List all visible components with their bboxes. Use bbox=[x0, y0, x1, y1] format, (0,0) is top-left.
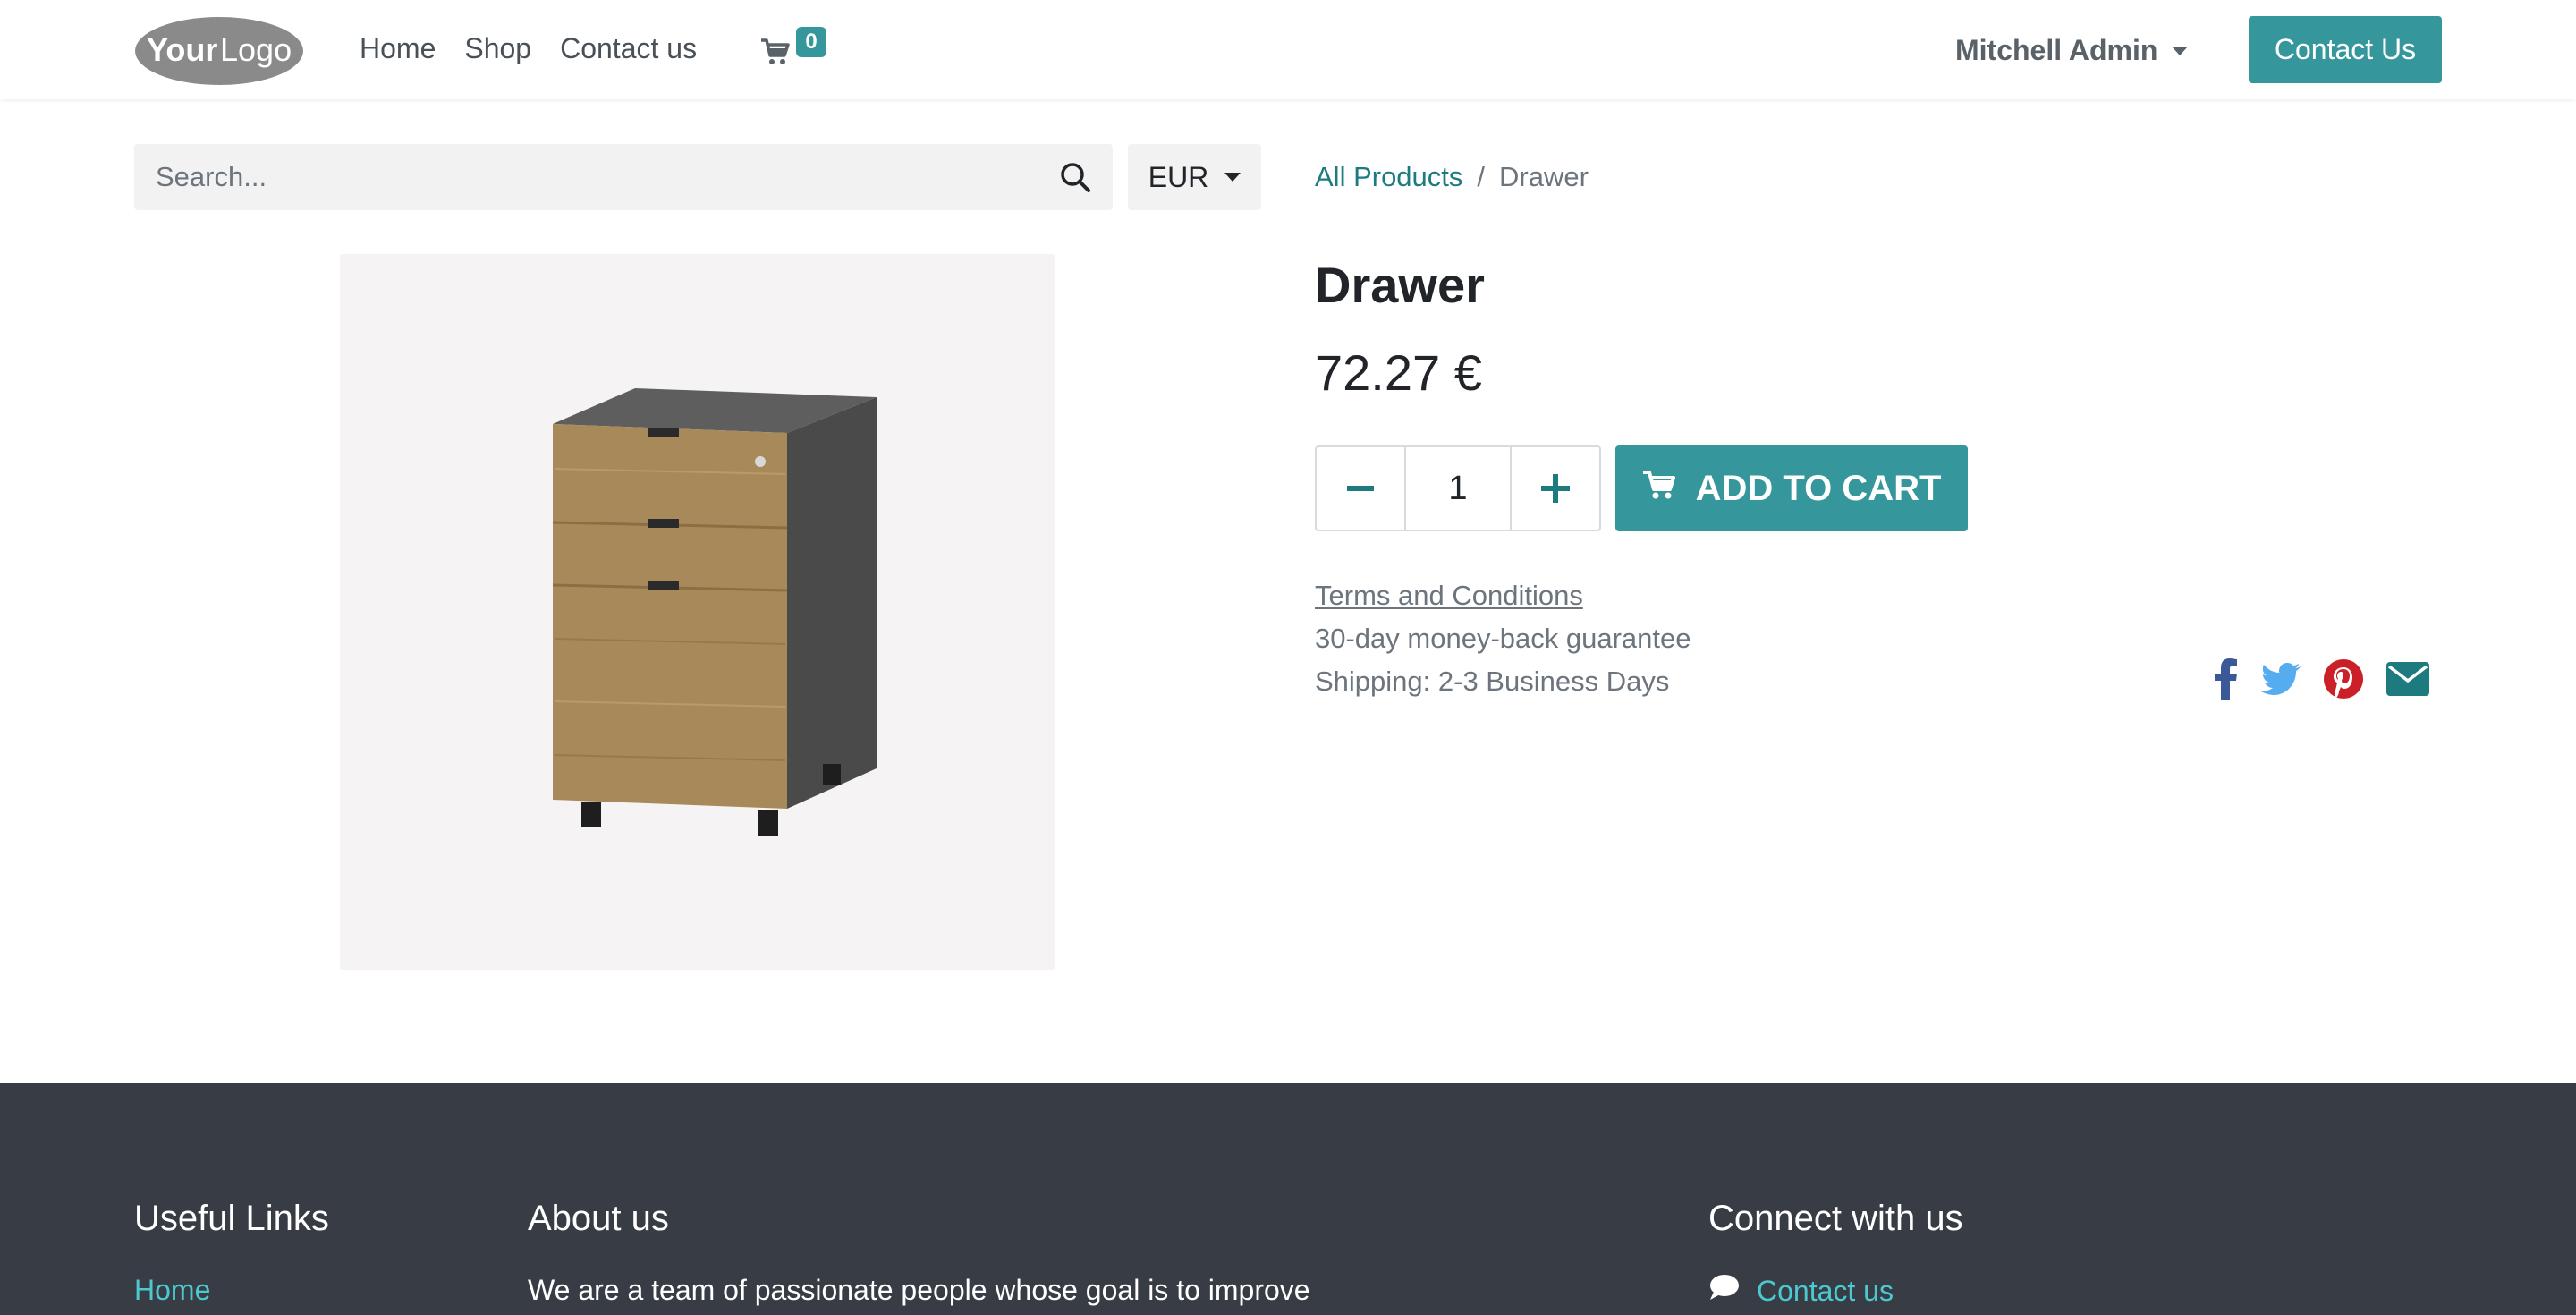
cart-icon bbox=[760, 38, 791, 71]
product-price: 72.27 € bbox=[1315, 344, 1482, 401]
quantity-input[interactable]: 1 bbox=[1404, 447, 1512, 530]
footer-about-text: We are a team of passionate people whose… bbox=[528, 1274, 1310, 1306]
search-box[interactable]: Search... bbox=[134, 144, 1113, 210]
footer-about-heading: About us bbox=[528, 1199, 669, 1238]
footer-contact-label: Contact us bbox=[1757, 1274, 1894, 1307]
currency-dropdown[interactable]: EUR bbox=[1128, 144, 1261, 210]
nav-shop[interactable]: Shop bbox=[464, 32, 531, 65]
search-icon[interactable] bbox=[1059, 161, 1091, 193]
footer-useful-links-heading: Useful Links bbox=[134, 1199, 329, 1238]
cart-icon bbox=[1642, 469, 1676, 509]
add-to-cart-button[interactable]: ADD TO CART bbox=[1615, 445, 1968, 531]
footer-contact-link[interactable]: Contact us bbox=[1708, 1274, 1894, 1308]
breadcrumb: All Products / Drawer bbox=[1315, 161, 1589, 193]
shipping-text: Shipping: 2-3 Business Days bbox=[1315, 666, 1670, 697]
site-header: Your Logo Home Shop Contact us 0 Mitchel… bbox=[0, 0, 2576, 99]
minus-icon bbox=[1347, 486, 1374, 491]
cart-count-badge: 0 bbox=[796, 27, 826, 57]
guarantee-text: 30-day money-back guarantee bbox=[1315, 623, 1691, 654]
chevron-down-icon bbox=[1224, 173, 1241, 182]
chevron-down-icon bbox=[2172, 46, 2189, 55]
comment-icon bbox=[1708, 1274, 1739, 1308]
footer-link-home[interactable]: Home bbox=[134, 1274, 210, 1307]
currency-value: EUR bbox=[1148, 160, 1209, 193]
facebook-icon[interactable] bbox=[2215, 658, 2238, 704]
breadcrumb-separator: / bbox=[1477, 161, 1486, 192]
plus-icon bbox=[1541, 474, 1570, 503]
twitter-icon[interactable] bbox=[2261, 663, 2301, 700]
pinterest-icon[interactable] bbox=[2324, 659, 2363, 703]
svg-text:Logo: Logo bbox=[220, 31, 292, 68]
user-name: Mitchell Admin bbox=[1955, 34, 2158, 66]
product-image[interactable] bbox=[340, 254, 1055, 970]
social-share bbox=[2215, 658, 2429, 704]
svg-text:Your: Your bbox=[147, 31, 217, 68]
breadcrumb-current: Drawer bbox=[1499, 161, 1589, 192]
user-menu[interactable]: Mitchell Admin bbox=[1955, 34, 2189, 67]
yourlogo-logo[interactable]: Your Logo bbox=[134, 16, 304, 86]
nav-home[interactable]: Home bbox=[360, 32, 436, 65]
nav-contact-us[interactable]: Contact us bbox=[560, 32, 697, 65]
product-title: Drawer bbox=[1315, 257, 1485, 313]
email-icon[interactable] bbox=[2386, 662, 2429, 700]
terms-link[interactable]: Terms and Conditions bbox=[1315, 580, 1583, 612]
cart-link[interactable]: 0 bbox=[760, 27, 832, 72]
contact-us-button[interactable]: Contact Us bbox=[2249, 16, 2442, 83]
footer-connect-heading: Connect with us bbox=[1708, 1199, 1963, 1238]
breadcrumb-all-products[interactable]: All Products bbox=[1315, 161, 1462, 193]
main-nav: Home Shop Contact us bbox=[360, 32, 697, 65]
increase-quantity-button[interactable] bbox=[1512, 447, 1599, 530]
search-input[interactable]: Search... bbox=[156, 161, 267, 193]
decrease-quantity-button[interactable] bbox=[1317, 447, 1404, 530]
quantity-stepper: 1 bbox=[1315, 445, 1601, 531]
add-to-cart-label: ADD TO CART bbox=[1695, 468, 1942, 508]
